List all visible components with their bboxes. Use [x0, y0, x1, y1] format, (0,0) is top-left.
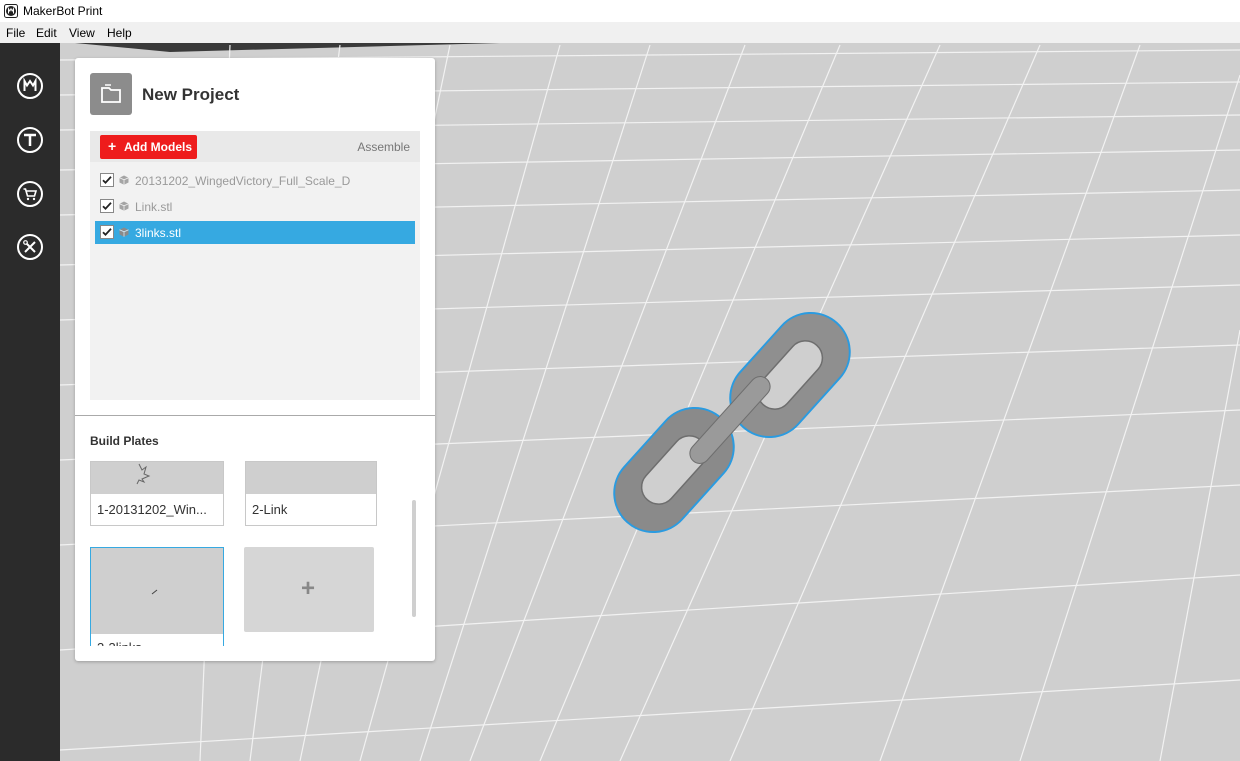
cube-icon [119, 201, 129, 211]
build-plate-thumbnail [91, 548, 223, 634]
thingiverse-icon[interactable] [16, 126, 44, 154]
model-list: + Add Models Assemble 20131202_WingedVic… [90, 131, 420, 400]
model-name: 3links.stl [135, 226, 182, 240]
menu-help[interactable]: Help [107, 26, 132, 40]
build-plates-scrollbar[interactable] [412, 500, 416, 617]
build-plate-thumbnail [91, 462, 223, 494]
panel-divider [75, 415, 435, 416]
build-plate-card[interactable]: 1-20131202_Win... [90, 461, 224, 526]
build-plate-card[interactable]: 2-Link [245, 461, 377, 526]
build-plate-thumbnail [246, 462, 376, 494]
window-title: MakerBot Print [23, 4, 103, 18]
plus-icon: + [301, 575, 316, 602]
menu-edit[interactable]: Edit [36, 26, 57, 40]
menu-bar: File Edit View Help [0, 22, 1240, 43]
makerbot-logo-icon[interactable] [16, 72, 44, 100]
cube-icon [119, 227, 129, 237]
model-row[interactable]: 20131202_WingedVictory_Full_Scale_D [95, 169, 415, 192]
model-name: Link.stl [135, 200, 173, 214]
model-row-selected[interactable]: 3links.stl [95, 221, 415, 244]
add-build-plate-button[interactable]: + [244, 547, 374, 632]
build-plates-list: 1-20131202_Win... 2-Link 3-3links + [90, 461, 408, 646]
model-name: 20131202_WingedVictory_Full_Scale_D [135, 174, 351, 188]
build-plate-label: 3-3links [97, 640, 142, 646]
model-list-header: + Add Models Assemble [90, 131, 420, 162]
menu-view[interactable]: View [69, 26, 95, 40]
makerbot-app-icon [4, 4, 18, 18]
project-title[interactable]: New Project [142, 85, 239, 105]
assemble-button[interactable]: Assemble [357, 140, 410, 154]
model-checkbox[interactable] [100, 173, 114, 187]
model-checkbox[interactable] [100, 199, 114, 213]
cube-icon [119, 175, 129, 185]
model-checkbox[interactable] [100, 225, 114, 239]
project-panel: New Project + Add Models Assemble 201312… [75, 58, 435, 661]
utilities-tools-icon[interactable] [16, 233, 44, 261]
add-models-button[interactable]: + Add Models [100, 135, 197, 159]
left-sidebar [0, 43, 60, 761]
build-plates-title: Build Plates [90, 434, 159, 448]
build-plate-label: 2-Link [252, 502, 288, 517]
title-bar: MakerBot Print [0, 0, 1240, 22]
plus-icon: + [108, 138, 117, 154]
model-row[interactable]: Link.stl [95, 195, 415, 218]
build-plate-card-selected[interactable]: 3-3links [90, 547, 224, 646]
store-cart-icon[interactable] [16, 180, 44, 208]
build-plate-label: 1-20131202_Win... [97, 502, 207, 517]
folder-icon [90, 73, 132, 115]
menu-file[interactable]: File [6, 26, 25, 40]
